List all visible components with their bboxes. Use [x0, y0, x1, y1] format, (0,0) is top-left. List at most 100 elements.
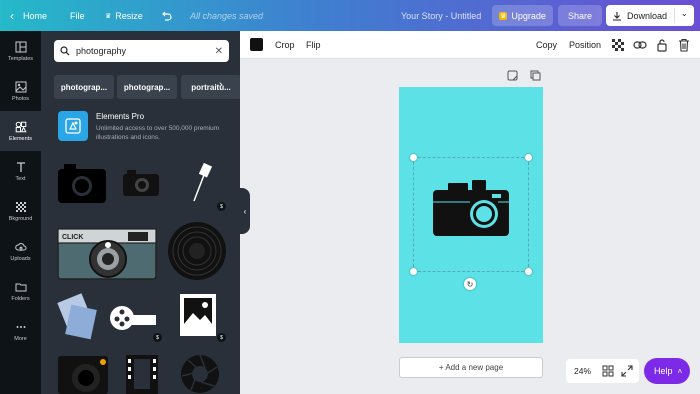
download-label: Download: [627, 10, 668, 21]
camera-icon[interactable]: [56, 161, 108, 205]
film-strip-icon[interactable]: [124, 353, 160, 394]
resize-handle[interactable]: [410, 268, 417, 275]
divider: [674, 8, 675, 23]
elements-icon: [15, 121, 27, 132]
premium-badge: $: [217, 333, 226, 342]
aperture-icon[interactable]: [179, 353, 221, 394]
suggestion-chip[interactable]: photograp...: [54, 75, 114, 99]
duplicate-page-icon[interactable]: [530, 70, 541, 81]
chevron-left-icon: ‹: [10, 8, 14, 23]
elements-pro-title: Elements Pro: [96, 112, 145, 121]
camera-lens-icon[interactable]: [166, 220, 228, 282]
flip-button[interactable]: Flip: [306, 31, 321, 59]
add-page-button[interactable]: + Add a new page: [399, 357, 543, 378]
resize-handle[interactable]: [410, 154, 417, 161]
folders-icon: [15, 283, 26, 291]
rotate-handle[interactable]: ↻: [464, 278, 476, 290]
rail-item-more[interactable]: More: [0, 311, 41, 351]
rail-item-uploads[interactable]: Uploads: [0, 231, 41, 271]
camera-icon[interactable]: [121, 169, 161, 197]
undo-icon: [162, 11, 172, 21]
collapse-panel-button[interactable]: ‹: [240, 188, 250, 234]
elements-pro-icon: [58, 111, 88, 141]
rail-label: Elements: [9, 135, 32, 142]
editor-toolbar: Crop Flip Copy Position: [240, 31, 700, 59]
rail-item-templates[interactable]: Templates: [0, 31, 41, 71]
undo-button[interactable]: [160, 0, 172, 31]
help-button[interactable]: Help ˄: [644, 358, 690, 384]
rail-label: More: [14, 335, 27, 342]
camera-flash-icon[interactable]: [186, 161, 216, 205]
film-reel-icon[interactable]: [108, 301, 158, 335]
link-icon[interactable]: [633, 38, 647, 52]
more-icon: [16, 325, 25, 328]
crop-button[interactable]: Crop: [275, 31, 295, 59]
uploads-icon: [14, 242, 26, 251]
elements-pro-banner[interactable]: Elements Pro Unlimited access to over 50…: [54, 109, 234, 145]
share-button[interactable]: Share: [558, 5, 602, 26]
elements-panel: ✕ photograp... photograp... portraitu...…: [41, 31, 240, 394]
polaroid-icon[interactable]: [179, 293, 217, 337]
fullscreen-icon[interactable]: [621, 365, 633, 377]
suggestion-chip[interactable]: photograp...: [117, 75, 177, 99]
suggestion-chip[interactable]: portraitu...: [181, 75, 240, 99]
rail-item-photos[interactable]: Photos: [0, 71, 41, 111]
chevron-right-icon[interactable]: ›: [219, 79, 223, 91]
dslr-camera-icon[interactable]: [56, 348, 111, 394]
resize-button[interactable]: ♛ Resize: [105, 0, 143, 31]
selection-box: [413, 157, 529, 272]
rail-label: Folders: [11, 295, 30, 302]
crown-icon: ♛: [105, 12, 112, 20]
crop-label: Crop: [275, 40, 295, 50]
premium-badge: $: [153, 333, 162, 342]
home-button[interactable]: ‹ Home: [10, 0, 47, 31]
chip-label: photograp...: [123, 82, 171, 92]
note-icon[interactable]: [507, 70, 518, 81]
photos-stack-icon[interactable]: [56, 289, 100, 341]
story-title: Your Story - Untitled: [401, 10, 482, 21]
color-swatch[interactable]: [250, 38, 263, 51]
grid-view-icon[interactable]: [602, 365, 614, 377]
home-label: Home: [23, 10, 48, 21]
resize-label: Resize: [115, 10, 143, 21]
rail-label: Photos: [11, 95, 30, 102]
trash-icon[interactable]: [677, 38, 691, 52]
svg-text:CLICK: CLICK: [62, 234, 83, 241]
lock-icon[interactable]: [655, 38, 669, 52]
flip-label: Flip: [306, 40, 321, 50]
rail-item-folders[interactable]: Folders: [0, 271, 41, 311]
add-page-label: + Add a new page: [438, 363, 504, 372]
story-title-area[interactable]: Your Story - Untitled: [401, 0, 481, 31]
upgrade-button[interactable]: ♛ Upgrade: [492, 5, 553, 26]
download-icon: [613, 11, 621, 21]
clear-search-icon[interactable]: ✕: [215, 46, 223, 57]
help-label: Help: [654, 366, 673, 376]
copy-button[interactable]: Copy: [536, 31, 557, 59]
zoom-level[interactable]: 24%: [574, 366, 591, 376]
position-button[interactable]: Position: [569, 31, 601, 59]
chip-label: photograp...: [60, 82, 108, 92]
photos-icon: [15, 81, 26, 92]
chevron-left-icon: ‹: [243, 206, 247, 216]
transparency-icon[interactable]: [611, 38, 625, 52]
rail-item-text[interactable]: Text: [0, 151, 41, 191]
file-menu[interactable]: File: [70, 0, 85, 31]
rail-item-background[interactable]: Bkground: [0, 191, 41, 231]
retro-camera-illustration[interactable]: CLICK: [56, 223, 158, 281]
chevron-up-icon: ˄: [677, 366, 683, 376]
resize-handle[interactable]: [525, 268, 532, 275]
position-label: Position: [569, 40, 602, 50]
rail-label: Bkground: [8, 215, 33, 222]
search-input[interactable]: [76, 46, 209, 56]
resize-handle[interactable]: [525, 154, 532, 161]
premium-badge: $: [217, 202, 226, 211]
copy-label: Copy: [536, 40, 558, 50]
save-status: All changes saved: [190, 0, 263, 31]
chevron-down-icon[interactable]: ⌄: [681, 9, 688, 18]
search-icon: [60, 46, 70, 56]
background-icon: [15, 201, 26, 212]
rail-item-elements[interactable]: Elements: [0, 111, 41, 151]
download-button[interactable]: Download ⌄: [606, 5, 694, 26]
rail-label: Text: [15, 175, 26, 182]
search-box[interactable]: ✕: [54, 40, 229, 62]
